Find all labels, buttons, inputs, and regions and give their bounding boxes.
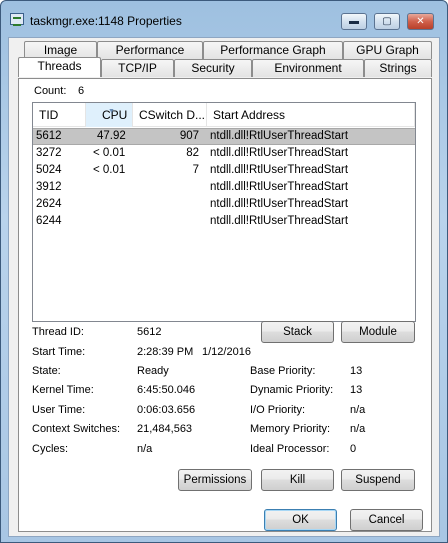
thread-row[interactable]: 3272 < 0.01 82 ntdll.dll!RtlUserThreadSt… <box>33 145 415 162</box>
thread-cpu: < 0.01 <box>93 147 126 159</box>
memory-priority-value: n/a <box>350 423 366 435</box>
tab-tcp-ip[interactable]: TCP/IP <box>101 59 174 77</box>
thread-cpu: < 0.01 <box>93 164 126 176</box>
column-header-cpu[interactable]: ▼ CPU <box>86 103 133 127</box>
thread-start-address: ntdll.dll!RtlUserThreadStart <box>210 164 349 176</box>
tab-threads[interactable]: Threads <box>18 57 101 77</box>
start-date-value: 1/12/2016 <box>202 346 251 358</box>
kill-button[interactable]: Kill <box>261 469 334 491</box>
thread-cswitch-delta: 907 <box>179 130 199 142</box>
thread-list[interactable]: TID ▼ CPU CSwitch D... Start Address 561… <box>32 102 416 322</box>
tab-performance-graph[interactable]: Performance Graph <box>203 41 343 59</box>
start-time-value: 2:28:39 PM <box>137 346 194 358</box>
thread-tid: 2624 <box>36 198 62 210</box>
kernel-time-label: Kernel Time: <box>32 384 94 396</box>
thread-row[interactable]: 3912 ntdll.dll!RtlUserThreadStart <box>33 179 415 196</box>
tab-security[interactable]: Security <box>174 59 252 77</box>
count-label: Count: <box>34 85 67 97</box>
dynamic-priority-value: 13 <box>350 384 363 396</box>
thread-cswitch-delta: 82 <box>186 147 199 159</box>
thread-tid: 6244 <box>36 215 62 227</box>
thread-start-address: ntdll.dll!RtlUserThreadStart <box>210 181 349 193</box>
cycles-value: n/a <box>137 443 153 455</box>
io-priority-value: n/a <box>350 404 366 416</box>
start-time-label: Start Time: <box>32 346 86 358</box>
window-title: taskmgr.exe:1148 Properties <box>30 14 182 28</box>
state-label: State: <box>32 365 61 377</box>
sort-descending-icon: ▼ <box>108 108 115 115</box>
base-priority-value: 13 <box>350 365 363 377</box>
context-switches-label: Context Switches: <box>32 423 121 435</box>
thread-cpu: 47.92 <box>97 130 126 142</box>
tab-row-front: Threads TCP/IP Security Environment Stri… <box>18 57 432 77</box>
memory-priority-label: Memory Priority: <box>250 423 331 435</box>
count-value: 6 <box>78 85 85 97</box>
context-switches-value: 21,484,563 <box>137 423 193 435</box>
ideal-processor-value: 0 <box>350 443 357 455</box>
module-button[interactable]: Module <box>341 321 415 343</box>
thread-row[interactable]: 2624 ntdll.dll!RtlUserThreadStart <box>33 196 415 213</box>
column-header-tid[interactable]: TID <box>33 103 86 127</box>
cycles-label: Cycles: <box>32 443 69 455</box>
properties-window: taskmgr.exe:1148 Properties ▬ ▢ ✕ Image … <box>0 0 448 543</box>
maximize-button[interactable]: ▢ <box>374 13 400 30</box>
tab-strings[interactable]: Strings <box>364 59 432 77</box>
thread-start-address: ntdll.dll!RtlUserThreadStart <box>210 147 349 159</box>
dynamic-priority-label: Dynamic Priority: <box>250 384 334 396</box>
io-priority-label: I/O Priority: <box>250 404 306 416</box>
kernel-time-value: 6:45:50.046 <box>137 384 196 396</box>
tab-gpu-graph[interactable]: GPU Graph <box>343 41 432 59</box>
ok-button[interactable]: OK <box>264 509 337 531</box>
tab-performance[interactable]: Performance <box>97 41 203 59</box>
thread-tid: 5024 <box>36 164 62 176</box>
thread-tid: 3912 <box>36 181 62 193</box>
thread-list-header: TID ▼ CPU CSwitch D... Start Address <box>33 103 415 127</box>
thread-start-address: ntdll.dll!RtlUserThreadStart <box>210 198 349 210</box>
thread-row[interactable]: 6244 ntdll.dll!RtlUserThreadStart <box>33 213 415 230</box>
close-button[interactable]: ✕ <box>407 13 434 30</box>
thread-id-label: Thread ID: <box>32 326 84 338</box>
ideal-processor-label: Ideal Processor: <box>250 443 330 455</box>
thread-start-address: ntdll.dll!RtlUserThreadStart <box>210 215 349 227</box>
permissions-button[interactable]: Permissions <box>178 469 252 491</box>
thread-tid: 3272 <box>36 147 62 159</box>
suspend-button[interactable]: Suspend <box>341 469 415 491</box>
state-value: Ready <box>137 365 169 377</box>
thread-id-value: 5612 <box>137 326 162 338</box>
column-header-cswitch-delta[interactable]: CSwitch D... <box>133 103 207 127</box>
thread-row[interactable]: 5024 < 0.01 7 ntdll.dll!RtlUserThreadSta… <box>33 162 415 179</box>
stack-button[interactable]: Stack <box>261 321 334 343</box>
cancel-button[interactable]: Cancel <box>350 509 423 531</box>
thread-start-address: ntdll.dll!RtlUserThreadStart <box>210 130 349 142</box>
base-priority-label: Base Priority: <box>250 365 316 377</box>
thread-tid: 5612 <box>36 130 62 142</box>
dialog-client-area: Image Performance Performance Graph GPU … <box>8 37 440 537</box>
user-time-value: 0:06:03.656 <box>137 404 196 416</box>
minimize-button[interactable]: ▬ <box>341 13 367 30</box>
user-time-label: User Time: <box>32 404 86 416</box>
column-header-start-address[interactable]: Start Address <box>207 103 415 127</box>
title-bar[interactable]: taskmgr.exe:1148 Properties ▬ ▢ ✕ <box>1 1 447 37</box>
thread-row[interactable]: 5612 47.92 907 ntdll.dll!RtlUserThreadSt… <box>33 128 415 145</box>
tab-environment[interactable]: Environment <box>252 59 364 77</box>
thread-cswitch-delta: 7 <box>192 164 199 176</box>
app-icon <box>10 13 24 26</box>
